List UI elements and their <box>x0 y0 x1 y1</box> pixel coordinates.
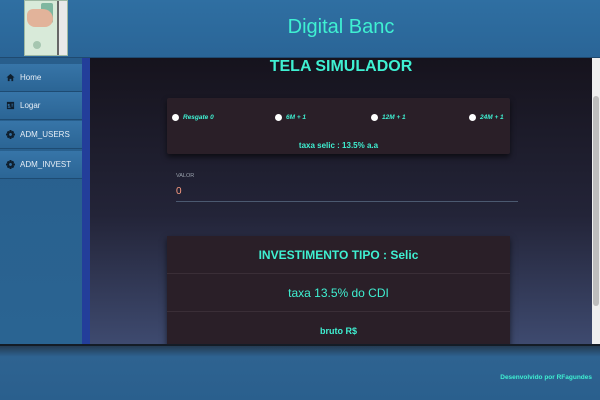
period-option-label: 12M + 1 <box>382 114 406 121</box>
sidebar: Home Logar ADM_USERS ADM_INVEST <box>0 58 82 344</box>
period-option-6m[interactable]: 6M + 1 <box>275 114 306 121</box>
period-option-resgate[interactable]: Resgate 0 <box>172 114 214 121</box>
sidebar-item-logar[interactable]: Logar <box>0 92 82 120</box>
app-title: Digital Banc <box>287 16 395 38</box>
app-header: Digital Banc <box>0 0 600 58</box>
valor-input[interactable] <box>176 182 518 202</box>
id-card-icon <box>6 101 15 110</box>
sidebar-item-label: Home <box>20 73 42 82</box>
radio-dot[interactable] <box>172 114 179 121</box>
page-title: TELA SIMULADOR <box>269 58 413 75</box>
home-icon <box>6 73 15 82</box>
logo <box>24 0 68 56</box>
investment-type-text: INVESTIMENTO TIPO : Selic <box>167 236 510 274</box>
period-selector-card: Resgate 0 6M + 1 12M + 1 24M + 1 taxa se… <box>167 98 510 154</box>
sidebar-item-label: Logar <box>20 101 41 110</box>
radio-dot[interactable] <box>371 114 378 121</box>
sidebar-item-label: ADM_USERS <box>20 130 70 139</box>
sidebar-item-adm-users[interactable]: ADM_USERS <box>0 121 82 149</box>
investment-result-card: INVESTIMENTO TIPO : Selic taxa 13.5% do … <box>167 236 510 344</box>
scrollbar[interactable] <box>592 58 600 344</box>
selic-rate-text: taxa selic : 13.5% a.a <box>298 141 379 150</box>
period-option-24m[interactable]: 24M + 1 <box>469 114 504 121</box>
gear-icon <box>6 160 15 169</box>
period-option-label: 24M + 1 <box>480 114 504 121</box>
main-frame: TELA SIMULADOR Resgate 0 6M + 1 12M + 1 <box>82 58 600 344</box>
period-radio-group: Resgate 0 6M + 1 12M + 1 24M + 1 <box>167 114 510 126</box>
scrollbar-thumb[interactable] <box>593 96 599 306</box>
sidebar-item-adm-invest[interactable]: ADM_INVEST <box>0 151 82 179</box>
radio-dot[interactable] <box>469 114 476 121</box>
gear-icon <box>6 130 15 139</box>
sidebar-item-home[interactable]: Home <box>0 64 82 92</box>
investment-rate-text: taxa 13.5% do CDI <box>167 274 510 312</box>
period-option-12m[interactable]: 12M + 1 <box>371 114 406 121</box>
footer-credit: Desenvolvido por RFagundes <box>500 374 592 381</box>
footer: Desenvolvido por RFagundes <box>0 344 600 400</box>
period-option-label: 6M + 1 <box>286 114 307 121</box>
radio-dot[interactable] <box>275 114 282 121</box>
gross-value-text: bruto R$ <box>167 312 510 344</box>
period-option-label: Resgate 0 <box>183 114 214 121</box>
valor-label: VALOR <box>176 173 195 179</box>
sidebar-item-label: ADM_INVEST <box>20 160 72 169</box>
simulator-panel: TELA SIMULADOR Resgate 0 6M + 1 12M + 1 <box>90 58 592 344</box>
